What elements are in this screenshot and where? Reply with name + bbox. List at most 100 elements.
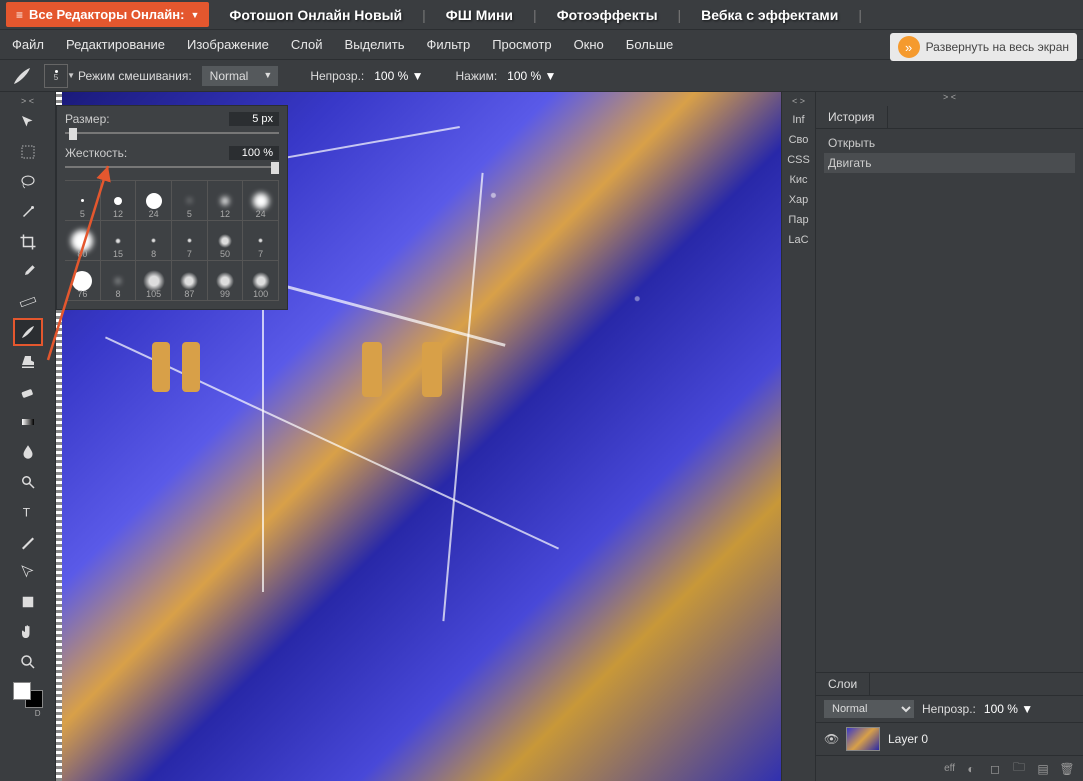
- brush-preset[interactable]: 87: [172, 261, 208, 301]
- brush-hardness-value[interactable]: 100 %: [229, 146, 279, 160]
- panel-tab-css[interactable]: CSS: [787, 154, 810, 166]
- brush-preset[interactable]: 8: [136, 221, 172, 261]
- layer-visibility-icon[interactable]: 👁: [824, 732, 838, 746]
- panel-tab-character[interactable]: Хар: [789, 194, 809, 206]
- tool-hand[interactable]: [13, 618, 43, 646]
- brush-preset[interactable]: 12: [208, 181, 244, 221]
- brush-hardness-slider[interactable]: [65, 162, 279, 172]
- layers-options: Normal Непрозр.: 100 % ▼: [816, 696, 1083, 723]
- brush-size-num: 5: [54, 73, 58, 82]
- opacity-value[interactable]: 100 % ▼: [374, 69, 423, 83]
- brush-preset[interactable]: 5: [172, 181, 208, 221]
- tool-eyedropper[interactable]: [13, 258, 43, 286]
- brush-preset[interactable]: 80: [65, 221, 101, 261]
- tool-crop[interactable]: [13, 228, 43, 256]
- brush-preset[interactable]: 5: [65, 181, 101, 221]
- brush-preset[interactable]: 24: [136, 181, 172, 221]
- brush-preset[interactable]: 76: [65, 261, 101, 301]
- right-panels: > < История Открыть Двигать Слои Normal …: [815, 92, 1083, 781]
- tool-text[interactable]: T: [13, 498, 43, 526]
- tool-gradient[interactable]: [13, 408, 43, 436]
- tool-lasso[interactable]: [13, 168, 43, 196]
- brush-icon: [10, 64, 34, 88]
- blend-mode-value: Normal: [210, 69, 249, 83]
- brush-settings-popup: Размер: 5 px Жесткость: 100 % 5122451224…: [56, 105, 288, 310]
- layer-thumbnail[interactable]: [846, 727, 880, 751]
- menu-more[interactable]: Больше: [626, 37, 674, 52]
- tab-history[interactable]: История: [816, 106, 888, 128]
- new-layer-icon[interactable]: ▤: [1035, 761, 1051, 777]
- brush-preset[interactable]: 105: [136, 261, 172, 301]
- panel-tab-paragraph[interactable]: Пар: [788, 214, 808, 226]
- brush-preset[interactable]: 15: [101, 221, 137, 261]
- brush-preset[interactable]: 7: [243, 221, 279, 261]
- collapsed-panels-strip: < > Inf Сво CSS Кис Хар Пар LaC: [781, 92, 815, 781]
- history-item-move[interactable]: Двигать: [824, 153, 1075, 173]
- tool-pen[interactable]: [13, 528, 43, 556]
- brush-hardness-label: Жесткость:: [65, 146, 127, 160]
- fullscreen-button[interactable]: » Развернуть на весь экран: [890, 33, 1077, 61]
- tool-magic-wand[interactable]: [13, 198, 43, 226]
- history-item-open[interactable]: Открыть: [824, 133, 1075, 153]
- brush-size-slider[interactable]: [65, 128, 279, 138]
- brush-preset[interactable]: 50: [208, 221, 244, 261]
- tool-stamp[interactable]: [13, 348, 43, 376]
- tool-marquee[interactable]: [13, 138, 43, 166]
- menu-edit[interactable]: Редактирование: [66, 37, 165, 52]
- nav-link-webcam[interactable]: Вебка с эффектами: [681, 7, 858, 23]
- color-swatches[interactable]: D: [13, 682, 43, 708]
- panel-tab-brushes[interactable]: Кис: [789, 174, 807, 186]
- menu-select[interactable]: Выделить: [345, 37, 405, 52]
- flow-value[interactable]: 100 % ▼: [507, 69, 556, 83]
- brush-preset[interactable]: 99: [208, 261, 244, 301]
- tool-path-select[interactable]: [13, 558, 43, 586]
- panel-tab-info[interactable]: Inf: [792, 114, 804, 126]
- menu-view[interactable]: Просмотр: [492, 37, 551, 52]
- tool-blur[interactable]: [13, 438, 43, 466]
- brush-preset[interactable]: 12: [101, 181, 137, 221]
- tool-brush[interactable]: [13, 318, 43, 346]
- layer-mask-icon[interactable]: ◻: [987, 761, 1003, 777]
- layer-blend-select[interactable]: Normal: [824, 700, 914, 718]
- tool-shape[interactable]: [13, 588, 43, 616]
- foreground-color-swatch[interactable]: [13, 682, 31, 700]
- adjustment-layer-icon[interactable]: ◐: [963, 761, 979, 777]
- menu-filter[interactable]: Фильтр: [427, 37, 471, 52]
- menu-image[interactable]: Изображение: [187, 37, 269, 52]
- menu-layer[interactable]: Слой: [291, 37, 323, 52]
- panel-grip[interactable]: > <: [0, 96, 55, 108]
- brush-preset[interactable]: 100: [243, 261, 279, 301]
- panel-tab-properties[interactable]: Сво: [789, 134, 809, 146]
- tool-move[interactable]: [13, 108, 43, 136]
- tab-layers[interactable]: Слои: [816, 673, 870, 695]
- nav-link-photoshop-new[interactable]: Фотошоп Онлайн Новый: [209, 7, 422, 23]
- new-folder-icon[interactable]: 🗀: [1011, 761, 1027, 777]
- panel-grip[interactable]: < >: [792, 96, 805, 106]
- panel-tab-layercomps[interactable]: LaC: [788, 234, 808, 246]
- nav-link-photoeffects[interactable]: Фотоэффекты: [537, 7, 678, 23]
- tool-zoom[interactable]: [13, 648, 43, 676]
- brush-preset-picker[interactable]: 5 ▼: [44, 64, 68, 88]
- brush-preset[interactable]: 8: [101, 261, 137, 301]
- panel-grip[interactable]: > <: [816, 92, 1083, 106]
- brush-size-value[interactable]: 5 px: [229, 112, 279, 126]
- tool-ruler[interactable]: [13, 288, 43, 316]
- brush-preset[interactable]: 24: [243, 181, 279, 221]
- blend-mode-select[interactable]: Normal ▼: [202, 66, 279, 86]
- nav-link-fsh-mini[interactable]: ФШ Мини: [426, 7, 533, 23]
- brush-preset[interactable]: 7: [172, 221, 208, 261]
- tool-eraser[interactable]: [13, 378, 43, 406]
- footer-eff-label[interactable]: eff: [944, 763, 955, 774]
- layer-row-0[interactable]: 👁 Layer 0: [816, 723, 1083, 755]
- fullscreen-icon: »: [898, 36, 920, 58]
- menu-window[interactable]: Окно: [574, 37, 604, 52]
- layer-opacity-value[interactable]: 100 % ▼: [984, 702, 1033, 716]
- menu-file[interactable]: Файл: [12, 37, 44, 52]
- tool-dodge[interactable]: [13, 468, 43, 496]
- layer-name[interactable]: Layer 0: [888, 732, 928, 746]
- all-editors-dropdown[interactable]: ≡ Все Редакторы Онлайн: ▼: [6, 2, 209, 27]
- delete-layer-icon[interactable]: 🗑: [1059, 761, 1075, 777]
- swap-colors-label[interactable]: D: [35, 709, 41, 718]
- blend-mode-label: Режим смешивания:: [78, 69, 192, 83]
- brush-size-label: Размер:: [65, 112, 110, 126]
